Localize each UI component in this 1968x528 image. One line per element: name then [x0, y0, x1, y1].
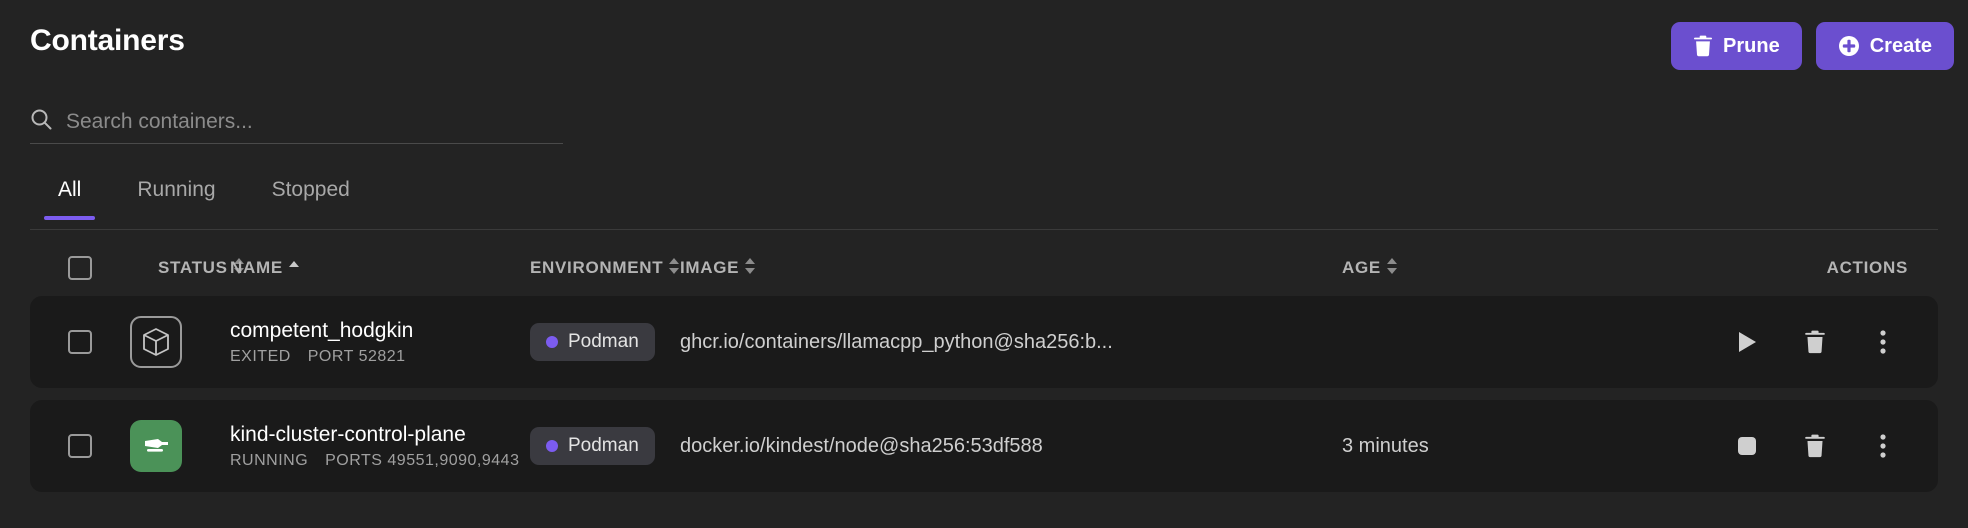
row-select-cell: [30, 434, 130, 458]
containers-table: STATUS NAME ENVIRONMENT IMAGE AGE ACTION…: [30, 240, 1938, 504]
row-select-cell: [30, 330, 130, 354]
column-header-age-label: AGE: [1342, 258, 1381, 277]
environment-badge: Podman: [530, 427, 655, 465]
column-header-status[interactable]: STATUS: [130, 257, 244, 280]
trash-icon[interactable]: [1802, 431, 1828, 461]
table-row[interactable]: competent_hodgkin EXITED PORT 52821 Podm…: [30, 296, 1938, 388]
header-actions: Prune Create: [1671, 22, 1954, 70]
tab-running-label: Running: [137, 178, 216, 201]
container-ship-icon: [130, 420, 182, 472]
row-name-cell: competent_hodgkin EXITED PORT 52821: [230, 318, 530, 365]
tab-all[interactable]: All: [30, 172, 109, 220]
container-state-ports: RUNNING PORTS 49551,9090,9443: [230, 452, 530, 470]
create-button[interactable]: Create: [1815, 22, 1954, 70]
container-age: 3 minutes: [1342, 434, 1429, 457]
column-header-actions: ACTIONS: [1510, 258, 1938, 278]
select-all-checkbox[interactable]: [68, 256, 92, 280]
plus-circle-icon: [1838, 35, 1860, 57]
container-name: kind-cluster-control-plane: [230, 423, 466, 447]
row-actions-cell: [1510, 431, 1938, 461]
page-title: Containers: [30, 24, 185, 57]
create-button-label: Create: [1869, 34, 1932, 57]
container-image: ghcr.io/containers/llamacpp_python@sha25…: [680, 330, 1113, 353]
container-ports-label: PORT 52821: [307, 347, 406, 365]
row-checkbox[interactable]: [68, 330, 92, 354]
column-header-actions-label: ACTIONS: [1826, 258, 1908, 277]
filter-tabs: All Running Stopped: [30, 172, 1938, 230]
tab-all-label: All: [58, 178, 82, 201]
column-header-environment-label: ENVIRONMENT: [530, 258, 664, 277]
search-icon: [30, 108, 52, 135]
more-vertical-icon[interactable]: [1870, 327, 1896, 357]
environment-badge: Podman: [530, 323, 655, 361]
row-status-cell: [130, 316, 230, 368]
environment-label: Podman: [568, 331, 639, 352]
container-image: docker.io/kindest/node@sha256:53df588: [680, 434, 1043, 457]
tab-stopped-label: Stopped: [271, 178, 350, 201]
prune-button[interactable]: Prune: [1671, 22, 1802, 70]
prune-button-label: Prune: [1723, 34, 1780, 57]
column-header-name-label: NAME: [230, 258, 283, 277]
more-vertical-icon[interactable]: [1870, 431, 1896, 461]
row-checkbox[interactable]: [68, 434, 92, 458]
trash-icon: [1693, 35, 1713, 57]
tab-running[interactable]: Running: [109, 172, 243, 220]
row-name-cell: kind-cluster-control-plane RUNNING PORTS…: [230, 422, 530, 469]
table-row[interactable]: kind-cluster-control-plane RUNNING PORTS…: [30, 400, 1938, 492]
sort-both-icon: [744, 257, 756, 280]
column-header-status-label: STATUS: [158, 258, 228, 277]
container-name: competent_hodgkin: [230, 319, 414, 343]
search-input[interactable]: [66, 109, 563, 134]
column-header-environment[interactable]: ENVIRONMENT: [530, 257, 680, 280]
column-header-image[interactable]: IMAGE: [680, 257, 1250, 280]
row-age-cell: 3 minutes: [1250, 435, 1510, 458]
environment-label: Podman: [568, 435, 639, 456]
play-icon[interactable]: [1734, 327, 1760, 357]
select-all-cell: [30, 256, 130, 280]
cube-outline-icon: [130, 316, 182, 368]
table-header-row: STATUS NAME ENVIRONMENT IMAGE AGE ACTION…: [30, 240, 1938, 296]
page-header: Containers Prune Create: [0, 0, 1968, 86]
containers-page: Containers Prune Create Search container…: [0, 0, 1968, 528]
row-image-cell: docker.io/kindest/node@sha256:53df588: [680, 435, 1250, 458]
container-ports-label: PORTS 49551,9090,9443: [325, 451, 520, 469]
column-header-age[interactable]: AGE: [1250, 257, 1510, 280]
row-actions-cell: [1510, 327, 1938, 357]
row-environment-cell: Podman: [530, 323, 680, 361]
column-header-name[interactable]: NAME: [230, 257, 530, 280]
environment-dot-icon: [546, 440, 558, 452]
row-image-cell: ghcr.io/containers/llamacpp_python@sha25…: [680, 331, 1250, 354]
sort-both-icon: [1386, 257, 1398, 280]
stop-icon[interactable]: [1734, 431, 1760, 461]
search-bar[interactable]: [30, 100, 563, 144]
row-status-cell: [130, 420, 230, 472]
environment-dot-icon: [546, 336, 558, 348]
sort-both-icon: [668, 257, 680, 280]
container-state-label: EXITED: [230, 347, 291, 365]
row-environment-cell: Podman: [530, 427, 680, 465]
container-state-ports: EXITED PORT 52821: [230, 348, 530, 366]
trash-icon[interactable]: [1802, 327, 1828, 357]
sort-asc-icon: [288, 257, 300, 280]
column-header-image-label: IMAGE: [680, 258, 740, 277]
tab-stopped[interactable]: Stopped: [244, 172, 378, 220]
container-state-label: RUNNING: [230, 451, 309, 469]
